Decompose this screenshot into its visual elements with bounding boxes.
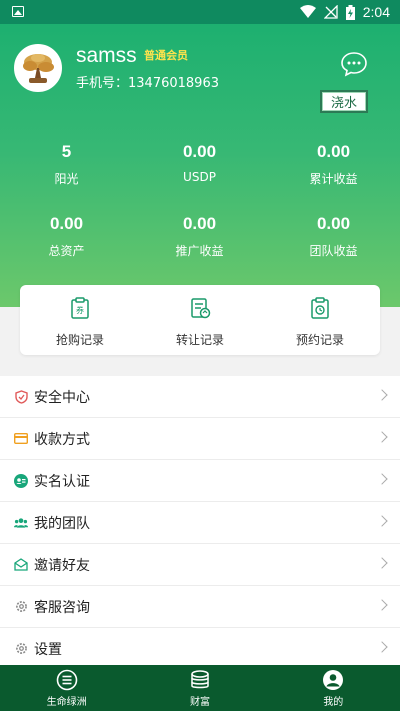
chevron-right-icon: [376, 641, 388, 653]
member-level-badge: 普通会员: [144, 49, 188, 62]
stat-label: 阳光: [54, 172, 79, 186]
avatar[interactable]: [14, 44, 62, 92]
gear-icon: [14, 642, 28, 656]
chevron-right-icon: [376, 515, 388, 527]
gear-icon: [14, 600, 28, 614]
battery-charging-icon: [345, 4, 355, 20]
stat-value: 0.00: [49, 214, 84, 233]
menu-item-real-name-verification[interactable]: 实名认证: [0, 460, 400, 502]
stat-value: 0.00: [316, 142, 351, 161]
stat-label: 总资产: [48, 244, 85, 258]
status-bar: 2:04: [0, 0, 400, 24]
chat-bubble-icon: [341, 52, 367, 77]
purchase-records-button[interactable]: 券 抢购记录: [20, 297, 140, 348]
svg-text:券: 券: [76, 305, 84, 315]
menu-label: 实名认证: [34, 473, 90, 490]
menu-label: 设置: [34, 641, 62, 658]
signal-off-icon: [323, 5, 338, 19]
chevron-right-icon: [376, 473, 388, 485]
stat-label: 累计收益: [309, 172, 358, 186]
status-icons: 2:04: [299, 3, 390, 21]
database-icon: [191, 669, 209, 688]
document-transfer-icon: [191, 298, 211, 319]
transfer-records-button[interactable]: 转让记录: [140, 297, 260, 348]
bonsai-tree-icon: [16, 46, 60, 90]
menu-item-security-center[interactable]: 安全中心: [0, 376, 400, 418]
wifi-icon: [299, 5, 316, 18]
record-label: 抢购记录: [55, 333, 104, 347]
phone-number: 手机号：13476018963: [76, 76, 219, 91]
record-label: 预约记录: [295, 333, 344, 347]
stat-value: 0.00: [316, 214, 351, 233]
menu-label: 客服咨询: [34, 599, 90, 616]
chevron-right-icon: [376, 599, 388, 611]
tab-label: 财富: [189, 696, 210, 708]
reservation-records-button[interactable]: 预约记录: [260, 297, 380, 348]
menu-label: 安全中心: [34, 389, 90, 406]
id-card-icon: [14, 473, 28, 488]
gallery-notification-icon: [12, 6, 24, 17]
chevron-right-icon: [376, 389, 388, 401]
message-button[interactable]: [340, 50, 368, 78]
menu-item-my-team[interactable]: 我的团队: [0, 502, 400, 544]
record-label: 转让记录: [175, 333, 224, 347]
bottom-tab-bar: 生命绿洲 财富 我的: [0, 665, 400, 711]
chevron-right-icon: [376, 431, 388, 443]
water-button[interactable]: 浇水: [320, 90, 368, 113]
tab-wealth[interactable]: 财富: [133, 665, 266, 711]
menu-item-settings[interactable]: 设置: [0, 628, 400, 670]
stat-promotion-income: 0.00 推广收益: [133, 214, 266, 259]
shield-icon: [14, 389, 28, 404]
menu-label: 邀请好友: [34, 557, 90, 574]
tab-mine[interactable]: 我的: [267, 665, 400, 711]
stat-label: 团队收益: [309, 244, 358, 258]
menu-label: 我的团队: [34, 515, 90, 532]
clipboard-clock-icon: [311, 297, 329, 319]
stat-value: 0.00: [182, 142, 217, 161]
tab-label: 生命绿洲: [46, 696, 87, 708]
clipboard-voucher-icon: 券: [71, 297, 89, 319]
user-circle-icon: [323, 669, 344, 690]
menu-circle-icon: [56, 669, 77, 690]
stat-cumulative-income: 0.00 累计收益: [267, 142, 400, 187]
menu-label: 收款方式: [34, 431, 90, 448]
clock: 2:04: [362, 4, 390, 20]
menu-item-payment-methods[interactable]: 收款方式: [0, 418, 400, 460]
card-icon: [14, 432, 28, 446]
settings-menu: 安全中心 收款方式 实名认证 我的团队 邀请好友 客服咨询 设置: [0, 376, 400, 670]
stat-label: USDP: [183, 170, 216, 184]
menu-item-invite-friends[interactable]: 邀请好友: [0, 544, 400, 586]
username: samss: [76, 44, 137, 67]
stat-value: 5: [61, 142, 72, 161]
stat-usdp: 0.00 USDP: [133, 142, 266, 184]
stat-team-income: 0.00 团队收益: [267, 214, 400, 259]
envelope-icon: [14, 558, 28, 572]
menu-item-customer-service[interactable]: 客服咨询: [0, 586, 400, 628]
stat-total-assets: 0.00 总资产: [0, 214, 133, 259]
stat-sunlight: 5 阳光: [0, 142, 133, 187]
tab-label: 我的: [323, 696, 344, 708]
team-icon: [14, 516, 28, 530]
stat-value: 0.00: [182, 214, 217, 233]
tab-life-oasis[interactable]: 生命绿洲: [0, 665, 133, 711]
stat-label: 推广收益: [175, 244, 224, 258]
chevron-right-icon: [376, 557, 388, 569]
records-card: 券 抢购记录 转让记录 预约记录: [20, 285, 380, 355]
